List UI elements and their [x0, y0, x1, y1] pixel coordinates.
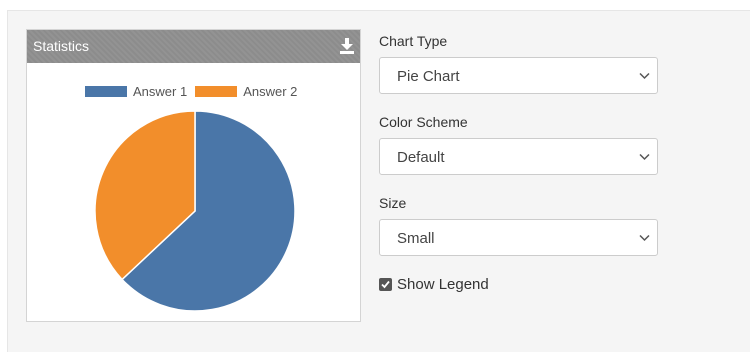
statistics-widget: Statistics Answer 1 Answer 2 [26, 29, 361, 322]
show-legend-toggle[interactable]: Show Legend [379, 275, 489, 293]
checkmark-icon [381, 280, 390, 288]
chart-type-label: Chart Type [379, 33, 448, 49]
show-legend-checkbox[interactable] [379, 277, 392, 291]
legend-label: Answer 2 [243, 83, 298, 99]
size-label: Size [379, 195, 407, 211]
color-scheme-value: Default [397, 149, 445, 166]
chevron-down-icon [639, 72, 650, 80]
legend-label: Answer 1 [133, 83, 188, 99]
pie-chart [94, 110, 296, 312]
download-icon[interactable] [340, 37, 354, 54]
legend-swatch [195, 85, 238, 97]
size-value: Small [397, 230, 435, 247]
legend-item[interactable]: Answer 1 [85, 84, 187, 99]
chart-type-value: Pie Chart [397, 68, 460, 85]
chevron-down-icon [639, 153, 650, 161]
chart-type-select[interactable]: Pie Chart [379, 57, 658, 94]
show-legend-label: Show Legend [397, 275, 489, 293]
widget-header: Statistics [27, 30, 360, 63]
legend-item[interactable]: Answer 2 [195, 84, 297, 99]
color-scheme-label: Color Scheme [379, 114, 468, 130]
color-scheme-select[interactable]: Default [379, 138, 658, 175]
chart-legend: Answer 1 Answer 2 [85, 83, 305, 99]
size-select[interactable]: Small [379, 219, 658, 256]
legend-swatch [85, 85, 127, 97]
widget-title: Statistics [33, 38, 90, 54]
chevron-down-icon [639, 234, 650, 242]
